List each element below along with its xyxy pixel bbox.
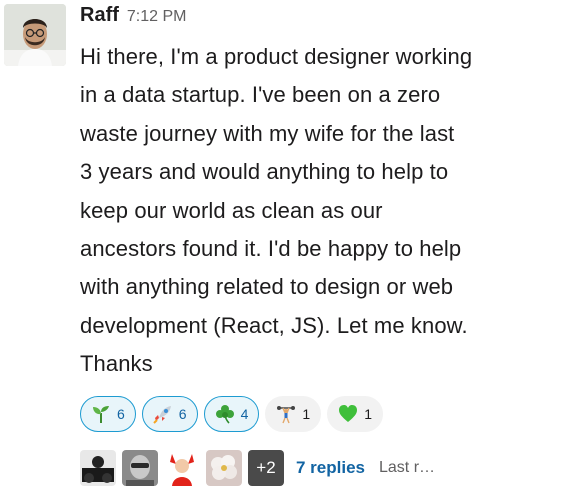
message-text: Hi there, I'm a product designer working… (80, 44, 473, 377)
reaction-count: 1 (364, 405, 372, 422)
seedling-icon (93, 405, 109, 423)
reactions-bar: 6 6 4 1 1 (80, 395, 560, 434)
last-reply-label: Last r… (379, 458, 436, 476)
reaction-count: 6 (117, 405, 125, 422)
author-name[interactable]: Raff (80, 4, 119, 27)
rocket-icon (153, 405, 171, 424)
replies-link[interactable]: 7 replies (296, 458, 365, 478)
reply-avatar[interactable] (122, 449, 158, 486)
reply-avatar[interactable] (164, 449, 200, 486)
thread-summary[interactable]: +2 7 replies Last r… (80, 448, 560, 488)
reaction-count: 4 (240, 405, 249, 422)
reaction-seedling[interactable]: 6 (80, 395, 136, 432)
message-timestamp[interactable]: 7:12 PM (127, 8, 187, 26)
shamrock-icon (215, 404, 234, 424)
reaction-shamrock[interactable]: 4 (203, 395, 260, 432)
more-repliers-count[interactable]: +2 (248, 449, 284, 486)
reaction-rocket[interactable]: 6 (141, 395, 198, 432)
reaction-count: 1 (302, 405, 311, 422)
author-avatar[interactable] (4, 4, 66, 66)
person-lifting-icon (277, 405, 296, 423)
green-heart-icon (339, 404, 358, 422)
reaction-person-lifting[interactable]: 1 (265, 395, 322, 432)
reaction-green-heart[interactable]: 1 (327, 395, 383, 432)
reply-avatar[interactable] (206, 449, 242, 486)
message: Raff 7:12 PM Hi there, I'm a product des… (0, 0, 575, 495)
reply-avatar[interactable] (80, 449, 116, 486)
message-header: Raff 7:12 PM (80, 4, 560, 32)
reaction-count: 6 (178, 405, 187, 422)
